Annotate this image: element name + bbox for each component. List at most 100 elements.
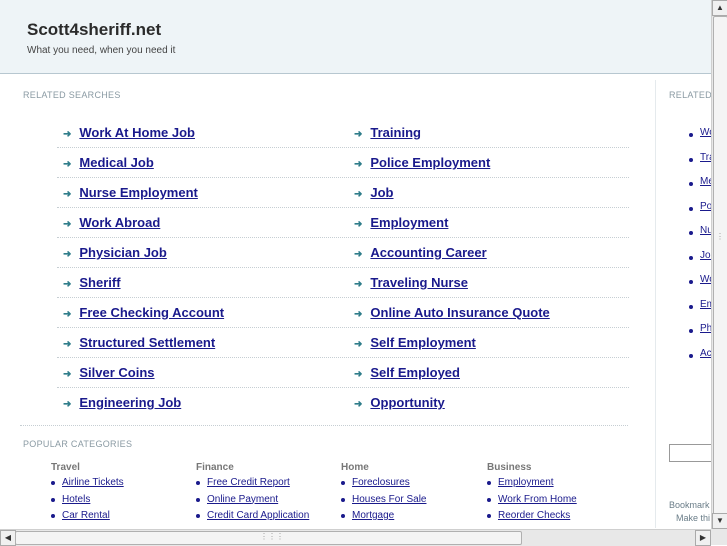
bullet-icon — [689, 329, 693, 333]
list-item: ➜ Structured Settlement ➜ Self Employment — [57, 328, 629, 358]
grip-icon: ⋮⋮⋮ — [260, 532, 284, 541]
bullet-icon — [689, 182, 693, 186]
list-item: Airline Tickets — [51, 477, 191, 494]
triangle-down-icon[interactable]: ▼ — [712, 513, 727, 529]
list-item: ➜ Work Abroad ➜ Employment — [57, 208, 629, 238]
list-item: Reorder Checks — [487, 510, 627, 527]
arrow-right-icon: ➜ — [354, 279, 363, 290]
related-search-link[interactable]: Free Checking Account — [79, 305, 224, 320]
category-title: Business — [487, 462, 532, 473]
bullet-icon — [689, 305, 693, 309]
related-search-link[interactable]: Self Employed — [370, 365, 460, 380]
scrollbar-corner — [711, 529, 727, 545]
related-search-link[interactable]: Training — [370, 125, 421, 140]
category-link[interactable]: Houses For Sale — [352, 494, 426, 505]
right-sidebar: RELATED Wo Tra Me Po Nu Jol Wo Em Ph Acc… — [655, 80, 712, 528]
bullet-icon — [689, 256, 693, 260]
arrow-right-icon: ➜ — [63, 159, 72, 170]
related-search-link[interactable]: Self Employment — [370, 335, 475, 350]
related-search-link[interactable]: Accounting Career — [370, 245, 486, 260]
grip-icon: ⋮⋮ — [716, 232, 727, 241]
list-item: Free Credit Report — [196, 477, 336, 494]
site-title[interactable]: Scott4sheriff.net — [27, 20, 161, 40]
category-link[interactable]: Reorder Checks — [498, 510, 570, 521]
bullet-icon — [689, 133, 693, 137]
category-column-home: Home Foreclosures Houses For Sale Mortga… — [341, 462, 481, 527]
list-item: Work From Home — [487, 494, 627, 511]
arrow-right-icon: ➜ — [354, 309, 363, 320]
arrow-right-icon: ➜ — [63, 249, 72, 260]
category-column-travel: Travel Airline Tickets Hotels Car Rental — [51, 462, 191, 527]
category-link[interactable]: Work From Home — [498, 494, 577, 505]
bookmark-text[interactable]: Bookmark — [669, 500, 710, 510]
vertical-scroll-thumb[interactable]: ⋮⋮ — [713, 16, 727, 515]
list-item: Foreclosures — [341, 477, 481, 494]
horizontal-scroll-thumb[interactable]: ⋮⋮⋮ — [15, 531, 522, 545]
related-search-link[interactable]: Nurse Employment — [79, 185, 197, 200]
category-link[interactable]: Mortgage — [352, 510, 394, 521]
arrow-right-icon: ➜ — [354, 219, 363, 230]
related-search-link[interactable]: Sheriff — [79, 275, 120, 290]
related-search-link[interactable]: Engineering Job — [79, 395, 181, 410]
triangle-left-icon[interactable]: ◀ — [0, 530, 16, 546]
related-search-link[interactable]: Physician Job — [79, 245, 166, 260]
category-link[interactable]: Car Rental — [62, 510, 110, 521]
list-item: ➜ Free Checking Account ➜ Online Auto Insu… — [57, 298, 629, 328]
category-title: Travel — [51, 462, 80, 473]
section-divider — [20, 425, 628, 426]
category-link[interactable]: Free Credit Report — [207, 477, 290, 488]
bullet-icon — [689, 280, 693, 284]
arrow-right-icon: ➜ — [354, 399, 363, 410]
horizontal-scrollbar[interactable]: ◀ ⋮⋮⋮ ▶ — [0, 529, 711, 546]
list-item: Mortgage — [341, 510, 481, 527]
bullet-icon — [689, 354, 693, 358]
related-search-link[interactable]: Work Abroad — [79, 215, 160, 230]
category-title: Finance — [196, 462, 234, 473]
arrow-right-icon: ➜ — [354, 249, 363, 260]
related-search-link[interactable]: Job — [370, 185, 393, 200]
arrow-right-icon: ➜ — [354, 129, 363, 140]
list-item: Employment — [487, 477, 627, 494]
make-homepage-text[interactable]: Make thi — [676, 513, 710, 523]
bullet-icon — [689, 158, 693, 162]
search-input[interactable] — [669, 444, 712, 462]
list-item: ➜ Nurse Employment ➜ Job — [57, 178, 629, 208]
category-link[interactable]: Foreclosures — [352, 477, 410, 488]
arrow-right-icon: ➜ — [63, 339, 72, 350]
related-search-link[interactable]: Employment — [370, 215, 448, 230]
arrow-right-icon: ➜ — [63, 129, 72, 140]
related-search-link[interactable]: Opportunity — [370, 395, 444, 410]
related-search-link[interactable]: Medical Job — [79, 155, 153, 170]
bullet-icon — [689, 231, 693, 235]
arrow-right-icon: ➜ — [354, 369, 363, 380]
triangle-up-icon[interactable]: ▲ — [712, 0, 727, 16]
arrow-right-icon: ➜ — [63, 399, 72, 410]
related-search-link[interactable]: Structured Settlement — [79, 335, 215, 350]
list-item: Credit Card Application — [196, 510, 336, 527]
category-link[interactable]: Airline Tickets — [62, 477, 124, 488]
related-search-link[interactable]: Police Employment — [370, 155, 490, 170]
related-search-link[interactable]: Online Auto Insurance Quote — [370, 305, 549, 320]
category-column-business: Business Employment Work From Home Reord… — [487, 462, 627, 527]
related-search-link[interactable]: Silver Coins — [79, 365, 154, 380]
arrow-right-icon: ➜ — [63, 219, 72, 230]
arrow-right-icon: ➜ — [354, 339, 363, 350]
sidebar-heading: RELATED — [669, 90, 712, 100]
triangle-right-icon[interactable]: ▶ — [695, 530, 711, 546]
related-search-link[interactable]: Traveling Nurse — [370, 275, 468, 290]
related-search-link[interactable]: Work At Home Job — [79, 125, 195, 140]
vertical-scrollbar[interactable]: ▲ ⋮⋮ ▼ — [711, 0, 727, 529]
category-link[interactable]: Credit Card Application — [207, 510, 309, 521]
list-item: Car Rental — [51, 510, 191, 527]
list-item: ➜ Work At Home Job ➜ Training — [57, 118, 629, 148]
list-item: ➜ Sheriff ➜ Traveling Nurse — [57, 268, 629, 298]
category-link[interactable]: Employment — [498, 477, 554, 488]
category-link[interactable]: Hotels — [62, 494, 90, 505]
category-column-finance: Finance Free Credit Report Online Paymen… — [196, 462, 336, 527]
bullet-icon — [689, 207, 693, 211]
site-tagline: What you need, when you need it — [27, 45, 176, 56]
arrow-right-icon: ➜ — [63, 279, 72, 290]
popular-categories-heading: POPULAR CATEGORIES — [23, 439, 133, 449]
category-link[interactable]: Online Payment — [207, 494, 278, 505]
list-item: ➜ Silver Coins ➜ Self Employed — [57, 358, 629, 388]
